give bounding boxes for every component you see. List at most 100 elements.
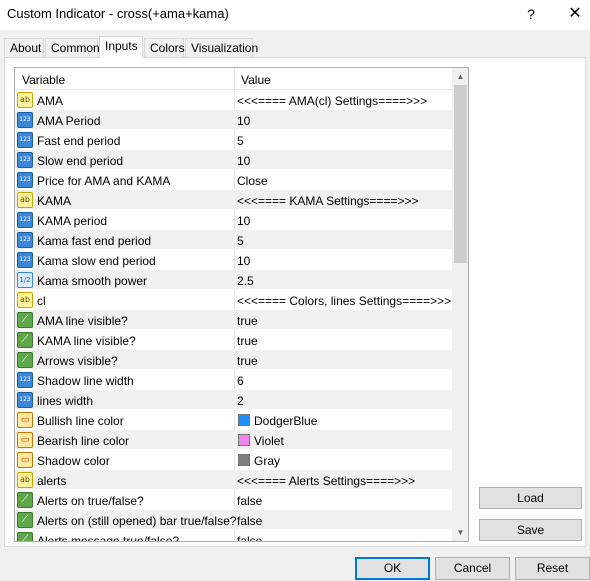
scroll-down-icon[interactable]: ▼ bbox=[452, 524, 468, 541]
table-row[interactable]: 123 Fast end period 5 bbox=[15, 130, 452, 150]
row-variable-name: Slow end period bbox=[37, 154, 124, 168]
table-row[interactable]: ab KAMA <<<==== KAMA Settings====>>> bbox=[15, 190, 452, 210]
table-row[interactable]: ▭ Bullish line color DodgerBlue bbox=[15, 410, 452, 430]
table-row[interactable]: ab alerts <<<==== Alerts Settings====>>> bbox=[15, 470, 452, 490]
inputs-grid: Variable Value ab AMA <<<==== AMA(cl) Sett… bbox=[14, 67, 469, 542]
row-variable-name: Kama slow end period bbox=[37, 254, 156, 268]
integer-type-icon: 123 bbox=[17, 212, 33, 228]
table-row[interactable]: 123 Slow end period 10 bbox=[15, 150, 452, 170]
tab-colors[interactable]: Colors bbox=[144, 38, 185, 57]
row-value[interactable]: Violet bbox=[254, 434, 284, 448]
tab-bar: About Common Inputs Colors Visualization bbox=[4, 36, 590, 58]
row-value[interactable]: false bbox=[237, 534, 262, 541]
save-button[interactable]: Save bbox=[479, 519, 582, 541]
boolean-type-icon: ⟋ bbox=[17, 352, 33, 368]
row-value[interactable]: 5 bbox=[237, 234, 244, 248]
color-swatch[interactable] bbox=[238, 414, 250, 426]
row-variable-name: KAMA bbox=[37, 194, 72, 208]
row-value[interactable]: 10 bbox=[237, 214, 250, 228]
row-value[interactable]: true bbox=[237, 334, 258, 348]
row-value[interactable]: Gray bbox=[254, 454, 280, 468]
row-value[interactable]: Close bbox=[237, 174, 268, 188]
row-value[interactable]: true bbox=[237, 314, 258, 328]
table-row[interactable]: ⟋ KAMA line visible? true bbox=[15, 330, 452, 350]
boolean-type-icon: ⟋ bbox=[17, 532, 33, 541]
table-row[interactable]: 123 Price for AMA and KAMA Close bbox=[15, 170, 452, 190]
table-row[interactable]: 123 AMA Period 10 bbox=[15, 110, 452, 130]
row-variable-name: AMA Period bbox=[37, 114, 101, 128]
row-variable-name: alerts bbox=[37, 474, 67, 488]
row-value[interactable]: false bbox=[237, 494, 262, 508]
table-row[interactable]: ab cl <<<==== Colors, lines Settings====>>… bbox=[15, 290, 452, 310]
row-variable-name: Bearish line color bbox=[37, 434, 130, 448]
row-value[interactable]: 2.5 bbox=[237, 274, 254, 288]
vertical-scrollbar[interactable]: ▲ ▼ bbox=[452, 68, 468, 541]
column-header-variable[interactable]: Variable bbox=[22, 73, 65, 87]
integer-type-icon: 123 bbox=[17, 132, 33, 148]
integer-type-icon: 123 bbox=[17, 172, 33, 188]
scroll-up-icon[interactable]: ▲ bbox=[452, 68, 468, 85]
table-row[interactable]: 123 Kama fast end period 5 bbox=[15, 230, 452, 250]
boolean-type-icon: ⟋ bbox=[17, 332, 33, 348]
row-variable-name: Shadow color bbox=[37, 454, 110, 468]
cancel-button[interactable]: Cancel bbox=[435, 557, 510, 580]
integer-type-icon: 123 bbox=[17, 252, 33, 268]
row-variable-name: Alerts on true/false? bbox=[37, 494, 144, 508]
table-row[interactable]: 123 KAMA period 10 bbox=[15, 210, 452, 230]
scrollbar-thumb[interactable] bbox=[454, 85, 467, 263]
row-variable-name: Alerts message true/false? bbox=[37, 534, 180, 542]
row-value[interactable]: 5 bbox=[237, 134, 244, 148]
row-value[interactable]: true bbox=[237, 354, 258, 368]
tab-inputs[interactable]: Inputs bbox=[99, 36, 143, 58]
color-swatch[interactable] bbox=[238, 454, 250, 466]
row-value[interactable]: DodgerBlue bbox=[254, 414, 317, 428]
tab-visualization[interactable]: Visualization bbox=[185, 38, 258, 57]
row-variable-name: Price for AMA and KAMA bbox=[37, 174, 171, 188]
row-value[interactable]: <<<==== Alerts Settings====>>> bbox=[237, 474, 415, 488]
row-value[interactable]: 6 bbox=[237, 374, 244, 388]
row-value[interactable]: false bbox=[237, 514, 262, 528]
column-header-value[interactable]: Value bbox=[241, 73, 271, 87]
row-variable-name: AMA bbox=[37, 94, 64, 108]
table-row[interactable]: ⟋ Arrows visible? true bbox=[15, 350, 452, 370]
table-row[interactable]: 123 Shadow line width 6 bbox=[15, 370, 452, 390]
column-divider[interactable] bbox=[234, 68, 235, 90]
row-variable-name: Fast end period bbox=[37, 134, 121, 148]
row-variable-name: KAMA period bbox=[37, 214, 108, 228]
table-row[interactable]: ⟋ Alerts on (still opened) bar true/false… bbox=[15, 510, 452, 530]
row-variable-name: Alerts on (still opened) bar true/false? bbox=[37, 514, 237, 528]
integer-type-icon: 123 bbox=[17, 232, 33, 248]
table-row[interactable]: ⟋ AMA line visible? true bbox=[15, 310, 452, 330]
color-swatch[interactable] bbox=[238, 434, 250, 446]
row-value[interactable]: <<<==== AMA(cl) Settings====>>> bbox=[237, 94, 427, 108]
integer-type-icon: 123 bbox=[17, 112, 33, 128]
table-row[interactable]: 1/2 Kama smooth power 2.5 bbox=[15, 270, 452, 290]
integer-type-icon: 123 bbox=[17, 392, 33, 408]
row-value[interactable]: 2 bbox=[237, 394, 244, 408]
row-value[interactable]: 10 bbox=[237, 254, 250, 268]
table-row[interactable]: ab AMA <<<==== AMA(cl) Settings====>>> bbox=[15, 90, 452, 110]
row-value[interactable]: <<<==== KAMA Settings====>>> bbox=[237, 194, 418, 208]
text-type-icon: ab bbox=[17, 292, 33, 308]
row-variable-name: cl bbox=[37, 294, 46, 308]
table-row[interactable]: ▭ Bearish line color Violet bbox=[15, 430, 452, 450]
table-row[interactable]: ⟋ Alerts message true/false? false bbox=[15, 530, 452, 542]
ok-button[interactable]: OK bbox=[355, 557, 430, 580]
help-icon[interactable]: ? bbox=[520, 3, 542, 25]
close-icon[interactable]: ✕ bbox=[564, 3, 586, 25]
reset-button[interactable]: Reset bbox=[515, 557, 590, 580]
table-row[interactable]: 123 lines width 2 bbox=[15, 390, 452, 410]
tab-about[interactable]: About bbox=[4, 38, 44, 57]
text-type-icon: ab bbox=[17, 192, 33, 208]
integer-type-icon: 123 bbox=[17, 372, 33, 388]
tab-common[interactable]: Common bbox=[45, 38, 100, 57]
color-type-icon: ▭ bbox=[17, 432, 33, 448]
table-row[interactable]: 123 Kama slow end period 10 bbox=[15, 250, 452, 270]
row-value[interactable]: 10 bbox=[237, 154, 250, 168]
load-button[interactable]: Load bbox=[479, 487, 582, 509]
table-row[interactable]: ▭ Shadow color Gray bbox=[15, 450, 452, 470]
table-row[interactable]: ⟋ Alerts on true/false? false bbox=[15, 490, 452, 510]
row-value[interactable]: <<<==== Colors, lines Settings====>>> bbox=[237, 294, 451, 308]
double-type-icon: 1/2 bbox=[17, 272, 33, 288]
row-value[interactable]: 10 bbox=[237, 114, 250, 128]
